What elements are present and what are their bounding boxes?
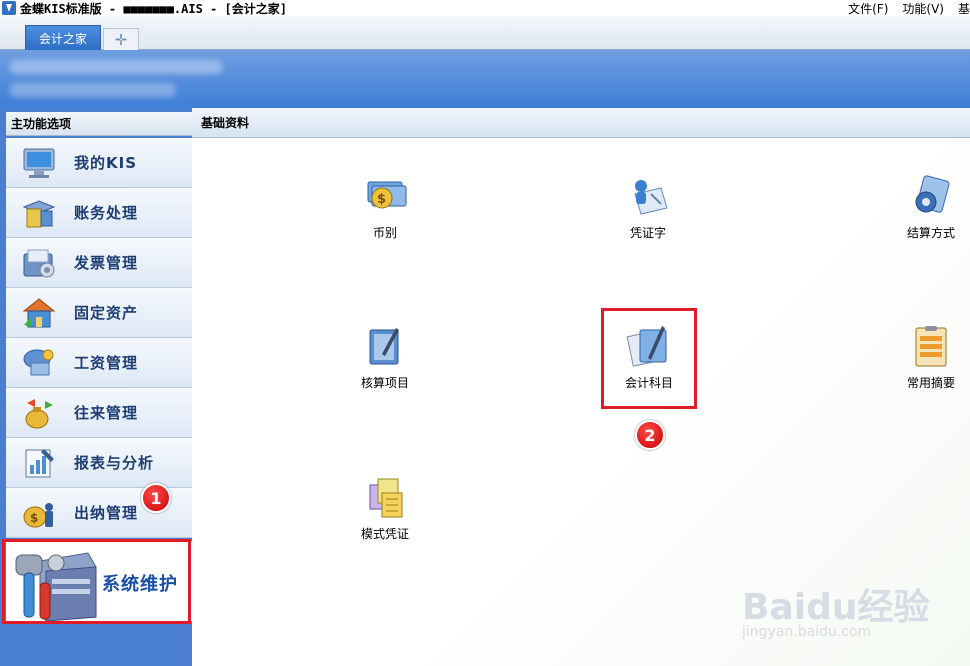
invoice-folder-icon [23, 249, 55, 277]
sidebar-item-invoice[interactable]: 发票管理 [6, 238, 192, 288]
item-accounting-item[interactable]: 核算项目 [330, 324, 440, 404]
item-label: 币别 [372, 226, 397, 240]
svg-text:$: $ [30, 511, 38, 525]
monitor-icon [23, 148, 55, 178]
ledger-icon [22, 199, 56, 227]
sidebar-item-label: 我的KIS [74, 154, 138, 172]
content-header: 基础资料 [192, 108, 970, 138]
title-bar: 金蝶KIS标准版 - ■■■■■■■.AIS - [会计之家] 文件(F) 功能… [0, 0, 970, 16]
item-label: 结算方式 [906, 226, 955, 240]
watermark-url: jingyan.baidu.com [742, 624, 872, 640]
money-bag-arrows-icon [25, 398, 53, 428]
item-label: 常用摘要 [906, 376, 955, 390]
blurred-user-info [10, 83, 176, 97]
tab-accounting-home[interactable]: 会计之家 [25, 25, 101, 50]
salary-icon [23, 349, 54, 375]
sidebar-item-label: 报表与分析 [74, 454, 155, 472]
item-label: 核算项目 [360, 376, 409, 390]
baidu-watermark: Baidu经验 jingyan.baidu.com [742, 574, 964, 644]
currency-icon: $ [367, 181, 407, 209]
house-icon [22, 297, 56, 327]
menu-basic[interactable]: 基 [958, 0, 970, 17]
sidebar-item-salary[interactable]: 工资管理 [6, 338, 192, 388]
menu-file[interactable]: 文件(F) [848, 0, 888, 17]
sidebar-item-label: 账务处理 [74, 204, 139, 222]
sidebar-item-label: 发票管理 [74, 254, 139, 272]
item-currency[interactable]: $ 币别 [330, 174, 440, 254]
menu-bar: 文件(F) 功能(V) 基 [834, 0, 970, 16]
sidebar-item-reports[interactable]: 报表与分析 [6, 438, 192, 488]
voucher-template-icon [369, 478, 403, 518]
item-voucher-template[interactable]: 模式凭证 [330, 475, 440, 555]
sidebar-item-accounting[interactable]: 账务处理 [6, 188, 192, 238]
plus-icon: ✛ [114, 30, 128, 49]
sidebar-nav: 我的KIS 账务处理 发票管理 固定资产 工资管理 往来管理 报表与分析 $ 出… [6, 138, 192, 538]
accounting-item-icon [369, 328, 399, 365]
sidebar-item-label: 往来管理 [74, 404, 139, 422]
highlight-box-system-maintenance [2, 539, 191, 624]
sidebar-item-fixed-assets[interactable]: 固定资产 [6, 288, 192, 338]
sidebar-item-label: 出纳管理 [74, 504, 139, 522]
add-tab-button[interactable]: ✛ [103, 28, 139, 50]
company-header [0, 50, 970, 108]
highlight-box-account-subject [601, 308, 697, 409]
watermark-text: Baidu经验 [742, 587, 930, 628]
sidebar: 主功能选项 我的KIS 账务处理 发票管理 固定资产 工资管理 往来管理 报表与… [0, 108, 192, 666]
sidebar-item-receivables[interactable]: 往来管理 [6, 388, 192, 438]
cashier-bag-icon: $ [23, 502, 53, 527]
menu-function[interactable]: 功能(V) [902, 0, 944, 17]
item-label: 模式凭证 [360, 527, 409, 541]
settlement-icon [915, 175, 950, 213]
voucher-word-icon [634, 180, 668, 215]
step-badge-2: 2 [635, 420, 665, 450]
blurred-company-name [10, 60, 222, 74]
report-icon [25, 448, 54, 477]
item-common-summary[interactable]: 常用摘要 [876, 324, 970, 404]
common-summary-icon [915, 326, 947, 367]
item-label: 凭证字 [629, 226, 666, 240]
svg-text:$: $ [377, 192, 386, 207]
kingdee-logo-icon [2, 1, 16, 15]
sidebar-item-label: 工资管理 [74, 354, 139, 372]
sidebar-header: 主功能选项 [6, 112, 192, 136]
item-settlement[interactable]: 结算方式 [876, 174, 970, 254]
tab-strip: 会计之家 ✛ [0, 16, 970, 50]
step-badge-1: 1 [141, 483, 171, 513]
item-voucher-word[interactable]: 凭证字 [593, 174, 703, 254]
sidebar-item-my-kis[interactable]: 我的KIS [6, 138, 192, 188]
sidebar-item-label: 固定资产 [74, 304, 139, 322]
window-title: 金蝶KIS标准版 - ■■■■■■■.AIS - [会计之家] [20, 1, 287, 16]
